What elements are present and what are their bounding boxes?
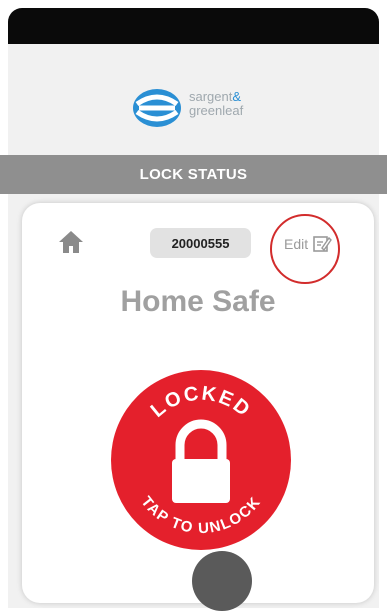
lock-card: 20000555 Edit Home Safe LOCKED TAP TO UN… bbox=[22, 203, 374, 611]
secondary-button[interactable] bbox=[192, 551, 252, 611]
logo-line1: sargent bbox=[189, 89, 233, 104]
logo-ampersand: & bbox=[232, 89, 242, 104]
serial-number: 20000555 bbox=[171, 235, 230, 251]
serial-badge: 20000555 bbox=[150, 228, 251, 258]
status-bar bbox=[8, 8, 379, 44]
lock-status-header: LOCK STATUS bbox=[0, 155, 387, 194]
edit-highlight-circle bbox=[270, 214, 340, 284]
home-button[interactable] bbox=[57, 228, 85, 256]
logo-mark-icon bbox=[133, 89, 181, 127]
lock-name: Home Safe bbox=[120, 285, 276, 318]
lock-toggle-button[interactable]: LOCKED TAP TO UNLOCK bbox=[106, 365, 296, 555]
logo-line2: greenleaf bbox=[189, 103, 244, 118]
logo-text: sargent& greenleaf bbox=[189, 90, 243, 118]
lock-status-graphic: LOCKED TAP TO UNLOCK bbox=[111, 370, 291, 550]
sargent-greenleaf-logo: sargent& greenleaf bbox=[129, 80, 279, 136]
home-icon bbox=[59, 231, 83, 253]
section-title: LOCK STATUS bbox=[139, 166, 248, 183]
